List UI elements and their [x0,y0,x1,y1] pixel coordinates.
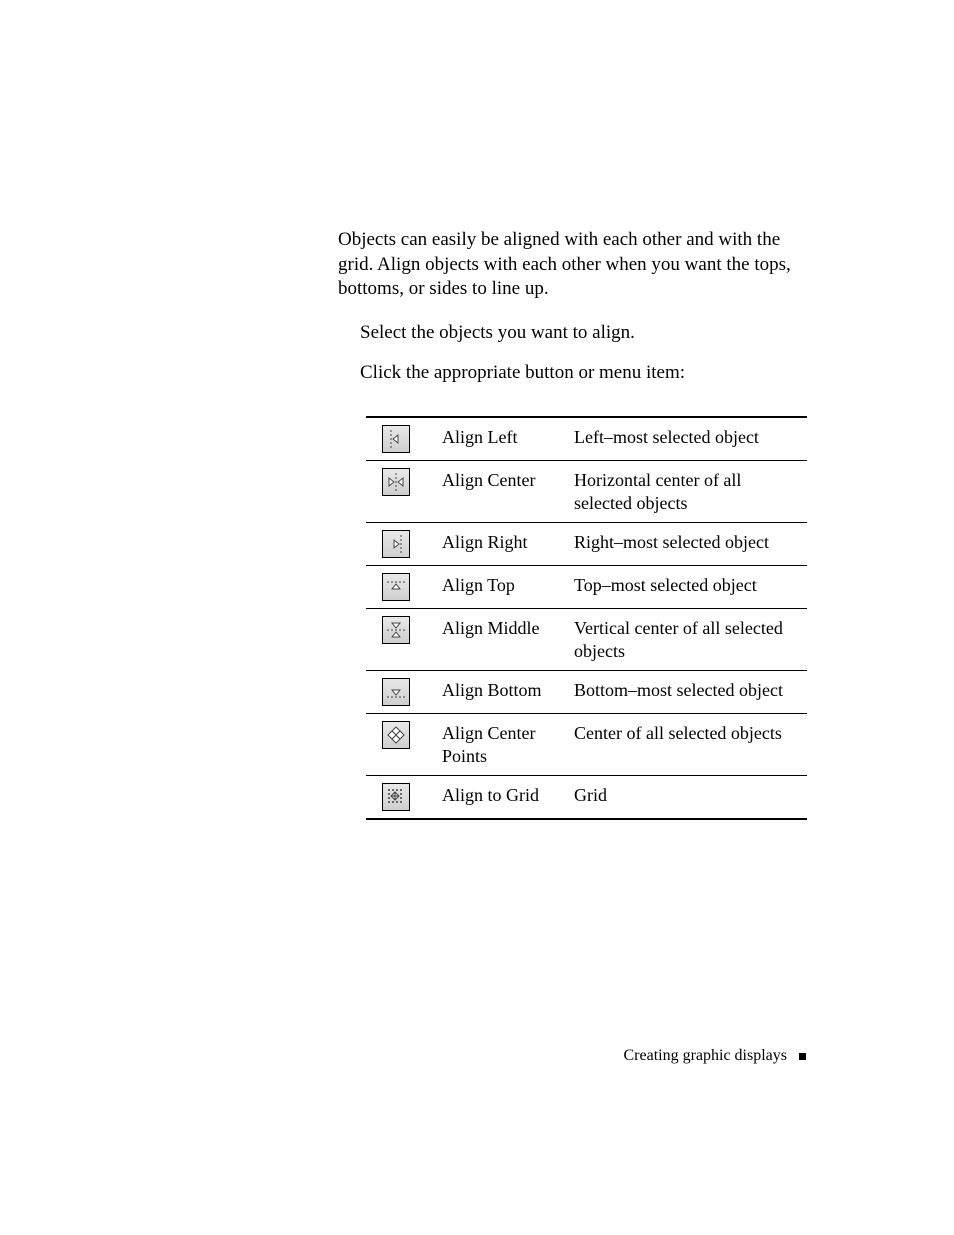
align-name: Align Top [442,566,574,605]
align-desc: Bottom–most selected object [574,671,807,710]
align-desc: Center of all selected objects [574,714,807,753]
table-row: Align Top Top–most selected object [366,565,807,608]
intro-paragraph: Objects can easily be aligned with each … [338,228,807,302]
step-2: Click the appropriate button or menu ite… [338,360,807,386]
align-name: Align Middle [442,609,574,648]
align-name: Align Bottom [442,671,574,710]
alignment-table: Align Left Left–most selected object Ali… [366,416,807,820]
align-desc: Horizontal center of all selected object… [574,461,807,522]
table-row: Align Center Points Center of all select… [366,713,807,775]
align-bottom-icon[interactable] [382,678,410,706]
page-footer: Creating graphic displays [0,1047,806,1065]
align-desc: Vertical center of all selected objects [574,609,807,670]
table-row: Align to Grid Grid [366,775,807,818]
align-to-grid-icon[interactable] [382,783,410,811]
table-row: Align Middle Vertical center of all sele… [366,608,807,670]
align-name: Align to Grid [442,776,574,815]
table-row: Align Left Left–most selected object [366,418,807,460]
align-desc: Right–most selected object [574,523,807,562]
step-1: Select the objects you want to align. [338,320,807,346]
footer-bullet-icon [799,1053,806,1060]
align-desc: Grid [574,776,807,815]
footer-text: Creating graphic displays [623,1047,787,1064]
align-name: Align Center [442,461,574,500]
align-name: Align Center Points [442,714,574,775]
align-desc: Top–most selected object [574,566,807,605]
table-row: Align Right Right–most selected object [366,522,807,565]
align-desc: Left–most selected object [574,418,807,457]
align-top-icon[interactable] [382,573,410,601]
align-center-icon[interactable] [382,468,410,496]
table-row: Align Bottom Bottom–most selected object [366,670,807,713]
align-name: Align Left [442,418,574,457]
align-right-icon[interactable] [382,530,410,558]
align-name: Align Right [442,523,574,562]
align-left-icon[interactable] [382,425,410,453]
align-center-points-icon[interactable] [382,721,410,749]
table-row: Align Center Horizontal center of all se… [366,460,807,522]
align-middle-icon[interactable] [382,616,410,644]
